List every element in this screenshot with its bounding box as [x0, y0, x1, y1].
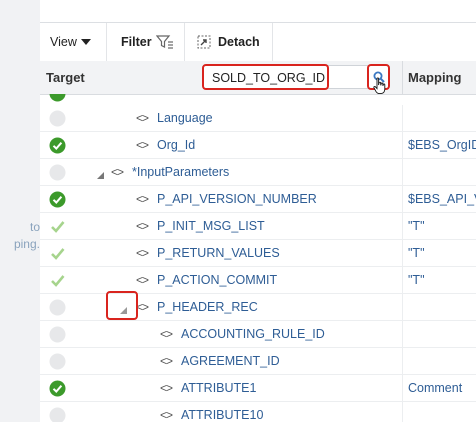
detach-button[interactable]: Detach [185, 23, 273, 61]
tree-row-p-api-version-number[interactable]: <> P_API_VERSION_NUMBER $EBS_API_V [40, 186, 476, 213]
mapping-value: $EBS_API_V [408, 192, 476, 206]
element-node-icon: <> [136, 219, 149, 233]
cell-divider [402, 240, 403, 267]
search-input-highlight [202, 64, 329, 90]
tree-table: <> Language <> Org_Id $EBS_OrgID <> *Inp… [40, 94, 476, 422]
tree-row-label: AGREEMENT_ID [181, 354, 280, 368]
cell-divider [402, 186, 403, 213]
mapping-value: $EBS_OrgID [408, 138, 476, 152]
tree-row-accounting-rule-id[interactable]: <> ACCOUNTING_RULE_ID [40, 321, 476, 348]
status-empty-icon [49, 164, 66, 181]
cell-divider [402, 348, 403, 375]
tree-row-label: P_HEADER_REC [157, 300, 258, 314]
target-column-header: Target [46, 70, 85, 85]
element-node-icon: <> [136, 192, 149, 206]
element-node-icon: <> [160, 354, 173, 368]
tree-row-label: ATTRIBUTE10 [181, 408, 264, 422]
tree-row-p-action-commit[interactable]: <> P_ACTION_COMMIT "T" [40, 267, 476, 294]
tree-row-org-id[interactable]: <> Org_Id $EBS_OrgID [40, 132, 476, 159]
tree-row-label: P_INIT_MSG_LIST [157, 219, 265, 233]
default-check-icon [49, 245, 66, 262]
mapper-panel: View Filter Detach Target SOLD_TO_ORG_ID… [40, 0, 476, 422]
left-pane-text-2: ping. [13, 237, 40, 251]
element-node-icon: <> [136, 111, 149, 125]
view-menu-button[interactable]: View [40, 23, 107, 61]
element-node-icon: <> [136, 246, 149, 260]
mapping-value: "T" [408, 273, 425, 287]
element-node-icon: <> [160, 381, 173, 395]
mapping-value: Comment [408, 381, 463, 395]
mapped-check-icon [49, 191, 66, 208]
element-node-icon: <> [136, 273, 149, 287]
tree-row-label: P_RETURN_VALUES [157, 246, 280, 260]
cell-divider [402, 105, 403, 132]
tree-row-label: ACCOUNTING_RULE_ID [181, 327, 325, 341]
cell-divider [402, 159, 403, 186]
filter-icon [155, 35, 174, 49]
cell-divider [402, 375, 403, 402]
element-node-icon: <> [160, 327, 173, 341]
detach-icon [197, 35, 211, 49]
tree-row-label: ATTRIBUTE1 [181, 381, 257, 395]
view-menu-label: View [50, 35, 77, 49]
element-node-icon: <> [111, 165, 124, 179]
cell-divider [402, 267, 403, 294]
tree-row-p-init-msg-list[interactable]: <> P_INIT_MSG_LIST "T" [40, 213, 476, 240]
tree-row-label: Org_Id [157, 138, 196, 152]
chevron-down-icon [80, 38, 91, 46]
expand-toggle-highlight [106, 291, 138, 320]
cell-divider [402, 402, 403, 422]
filter-label: Filter [121, 35, 152, 49]
cell-divider [402, 132, 403, 159]
default-check-icon [49, 218, 66, 235]
tree-row-label: P_API_VERSION_NUMBER [157, 192, 317, 206]
mapping-column-header: Mapping [408, 70, 462, 85]
filter-button[interactable]: Filter [107, 23, 185, 61]
tree-row-label: P_ACTION_COMMIT [157, 273, 278, 287]
element-node-icon: <> [160, 408, 173, 422]
left-pane: to ping. [0, 0, 41, 422]
status-empty-icon [49, 326, 66, 343]
tree-row-attribute10[interactable]: <> ATTRIBUTE10 [40, 402, 476, 422]
mapping-value: "T" [408, 219, 425, 233]
status-empty-icon [49, 407, 66, 422]
tree-row-agreement-id[interactable]: <> AGREEMENT_ID [40, 348, 476, 375]
mapped-check-icon [49, 137, 66, 154]
tree-row-label: Language [157, 111, 213, 125]
default-check-icon [49, 272, 66, 289]
tree-row-input-parameters[interactable]: <> *InputParameters [40, 159, 476, 186]
partial-row-check-icon [49, 94, 66, 105]
mapping-value: "T" [408, 246, 425, 260]
status-empty-icon [49, 299, 66, 316]
status-empty-icon [49, 110, 66, 127]
table-header: Target Mapping [40, 61, 476, 95]
tree-row-language[interactable]: <> Language [40, 105, 476, 132]
cell-divider [402, 213, 403, 240]
tree-row-label: *InputParameters [132, 165, 230, 179]
cell-divider [402, 294, 403, 321]
toolbar: View Filter Detach [40, 22, 476, 62]
cell-divider [402, 321, 403, 348]
detach-label: Detach [218, 35, 260, 49]
expand-toggle-icon[interactable] [97, 169, 105, 183]
left-pane-text-1: to [29, 220, 40, 234]
mapped-check-icon [49, 380, 66, 397]
tree-row-attribute1[interactable]: <> ATTRIBUTE1 Comment [40, 375, 476, 402]
status-empty-icon [49, 353, 66, 370]
tree-row-p-return-values[interactable]: <> P_RETURN_VALUES "T" [40, 240, 476, 267]
header-divider [402, 61, 403, 94]
element-node-icon: <> [136, 138, 149, 152]
